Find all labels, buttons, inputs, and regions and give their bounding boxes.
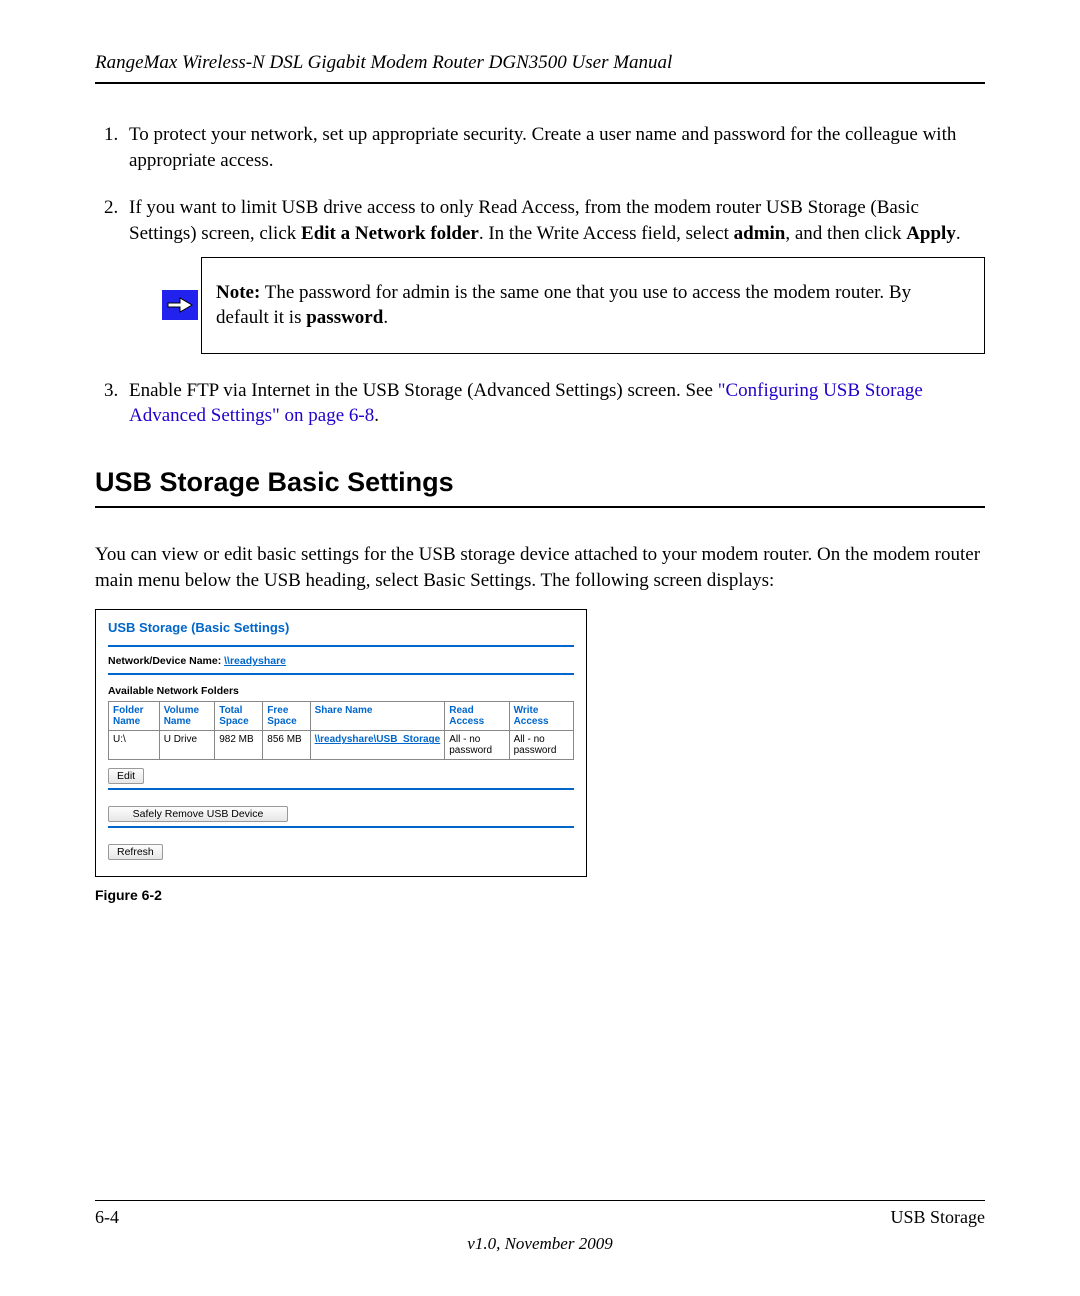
- th-folder: Folder Name: [109, 702, 160, 731]
- section-paragraph: You can view or edit basic settings for …: [95, 542, 985, 593]
- note-label: Note:: [216, 282, 260, 303]
- note-bold: password: [306, 307, 383, 328]
- table-header-row: Folder Name Volume Name Total Space Free…: [109, 702, 574, 731]
- ss-folders-table: Folder Name Volume Name Total Space Free…: [108, 701, 574, 760]
- td-share-link[interactable]: \\readyshare\USB_Storage: [315, 734, 441, 745]
- step-2-bold-2: admin: [734, 223, 786, 244]
- step-2: If you want to limit USB drive access to…: [123, 195, 985, 354]
- step-3-text-a: Enable FTP via Internet in the USB Stora…: [129, 380, 718, 401]
- th-volume: Volume Name: [159, 702, 215, 731]
- footer-section: USB Storage: [891, 1207, 986, 1228]
- footer-page-number: 6-4: [95, 1207, 119, 1228]
- ss-divider-4: [108, 826, 574, 828]
- note-box: Note: The password for admin is the same…: [201, 257, 985, 354]
- footer-version: v1.0, November 2009: [95, 1234, 985, 1254]
- page-header: RangeMax Wireless-N DSL Gigabit Modem Ro…: [95, 52, 672, 73]
- refresh-button[interactable]: Refresh: [108, 844, 163, 860]
- step-2-text-b: . In the Write Access field, select: [479, 223, 734, 244]
- step-2-text-c: , and then click: [785, 223, 906, 244]
- th-write: Write Access: [509, 702, 573, 731]
- th-total: Total Space: [215, 702, 263, 731]
- figure-caption: Figure 6-2: [95, 887, 985, 903]
- ss-divider-2: [108, 673, 574, 675]
- safely-remove-button[interactable]: Safely Remove USB Device: [108, 806, 288, 822]
- usb-storage-screenshot: USB Storage (Basic Settings) Network/Dev…: [95, 609, 587, 877]
- step-1: To protect your network, set up appropri…: [123, 122, 985, 173]
- td-write: All - no password: [509, 731, 573, 760]
- step-3: Enable FTP via Internet in the USB Stora…: [123, 378, 985, 429]
- edit-button[interactable]: Edit: [108, 768, 144, 784]
- ss-available-label: Available Network Folders: [108, 685, 574, 697]
- th-read: Read Access: [445, 702, 509, 731]
- ss-divider-1: [108, 645, 574, 647]
- th-share: Share Name: [310, 702, 445, 731]
- section-rule: [95, 506, 985, 508]
- td-total: 982 MB: [215, 731, 263, 760]
- step-2-bold-3: Apply: [906, 223, 956, 244]
- ss-nd-label: Network/Device Name:: [108, 655, 224, 667]
- section-title: USB Storage Basic Settings: [95, 467, 985, 498]
- arrow-right-icon: [162, 290, 198, 320]
- td-read: All - no password: [445, 731, 509, 760]
- th-free: Free Space: [263, 702, 310, 731]
- step-3-text-b: .: [374, 405, 379, 426]
- td-volume: U Drive: [159, 731, 215, 760]
- note-text-b: .: [383, 307, 388, 328]
- table-row: U:\ U Drive 982 MB 856 MB \\readyshare\U…: [109, 731, 574, 760]
- ss-nd-value[interactable]: \\readyshare: [224, 655, 286, 667]
- ss-title: USB Storage (Basic Settings): [108, 620, 574, 635]
- step-1-text: To protect your network, set up appropri…: [129, 124, 956, 171]
- ss-divider-3: [108, 788, 574, 790]
- step-2-bold-1: Edit a Network folder: [301, 223, 479, 244]
- td-folder: U:\: [109, 731, 160, 760]
- step-2-text-d: .: [956, 223, 961, 244]
- td-free: 856 MB: [263, 731, 310, 760]
- footer-rule: [95, 1200, 985, 1201]
